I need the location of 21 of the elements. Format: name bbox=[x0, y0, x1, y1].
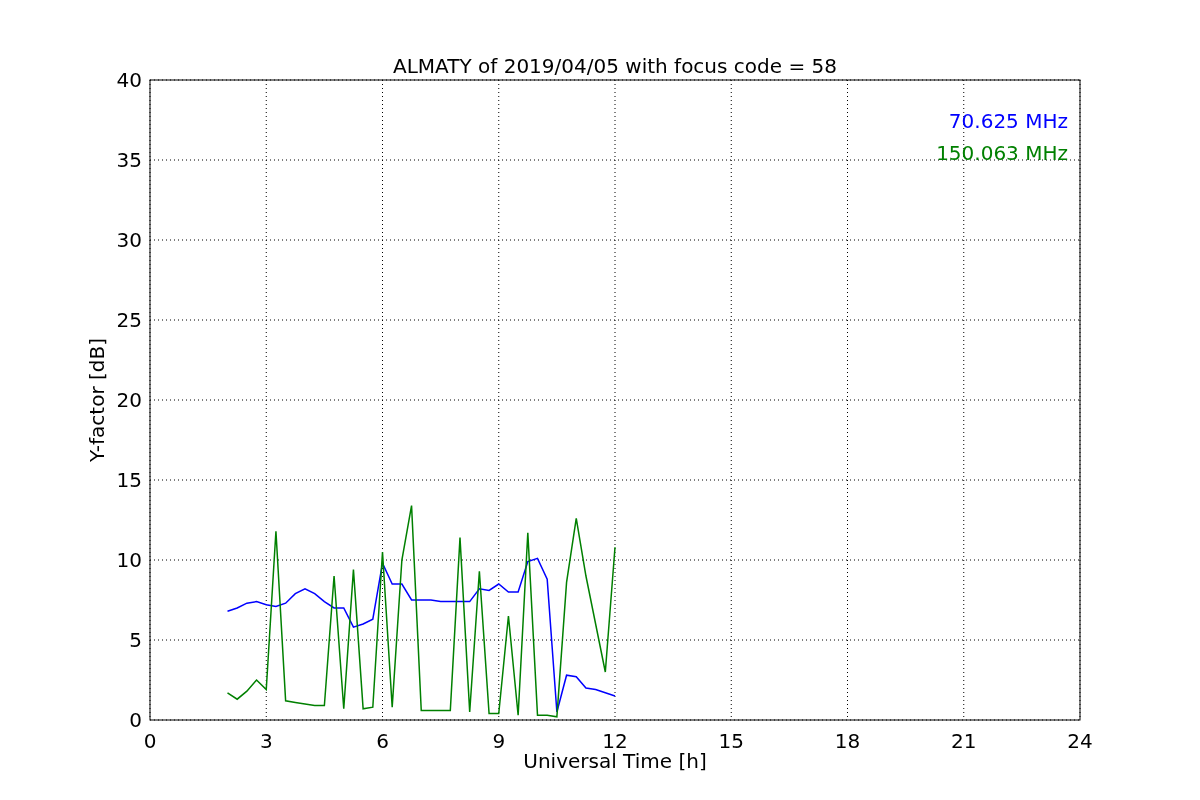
tick-label: 25 bbox=[116, 308, 142, 332]
tick-label: 0 bbox=[143, 729, 157, 753]
tick-label: 21 bbox=[951, 729, 977, 753]
chart-title: ALMATY of 2019/04/05 with focus code = 58 bbox=[393, 54, 837, 78]
tick-label: 35 bbox=[116, 148, 142, 172]
tick-label: 6 bbox=[376, 729, 389, 753]
tick-label: 18 bbox=[834, 729, 861, 753]
tick-label: 9 bbox=[492, 729, 506, 753]
legend-label: 150.063 MHz bbox=[936, 141, 1068, 165]
tick-label: 3 bbox=[259, 729, 273, 753]
tick-label: 24 bbox=[1067, 729, 1093, 753]
tick-label: 30 bbox=[116, 228, 142, 252]
tick-label: 0 bbox=[129, 708, 142, 732]
legend-label: 70.625 MHz bbox=[948, 109, 1068, 133]
tick-label: 40 bbox=[116, 68, 142, 92]
tick-label: 5 bbox=[129, 628, 142, 652]
tick-label: 15 bbox=[116, 468, 142, 492]
tick-label: 10 bbox=[116, 548, 142, 572]
tick-label: 20 bbox=[116, 388, 142, 412]
tick-label: 15 bbox=[718, 729, 744, 753]
axis-label: Y-factor [dB] bbox=[85, 338, 109, 462]
